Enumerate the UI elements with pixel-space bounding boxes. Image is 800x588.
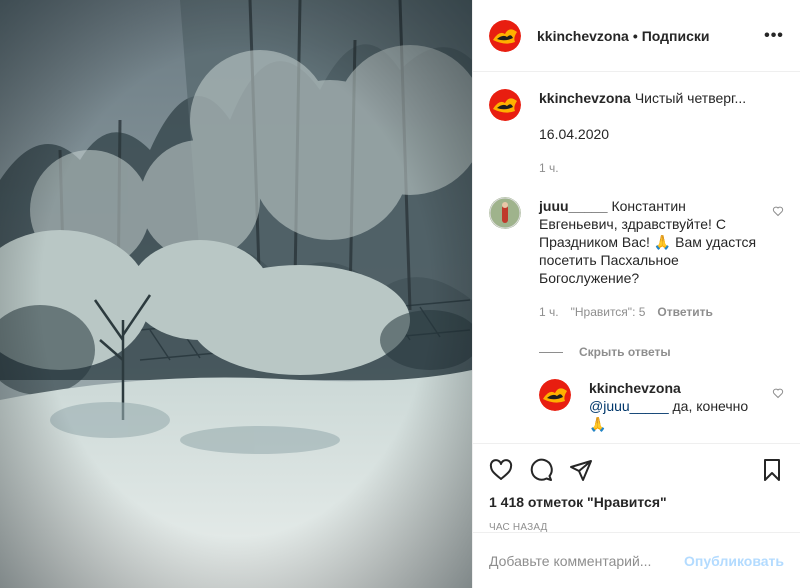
- caption-text: Чистый четверг...: [634, 90, 747, 106]
- person-avatar-icon: [489, 197, 521, 229]
- reply-mention[interactable]: @juuu_____: [589, 398, 669, 414]
- post-actions: 1 418 отметок "Нравится" ЧАС НАЗАД: [473, 443, 800, 533]
- hide-replies-label: Скрыть ответы: [579, 345, 671, 359]
- more-options-icon[interactable]: •••: [762, 24, 786, 48]
- like-reply-heart-icon[interactable]: [772, 387, 784, 399]
- comments-list: kkinchevzona Чистый четверг... 16.04.2020…: [473, 73, 800, 443]
- comment-time[interactable]: 1 ч.: [539, 303, 559, 321]
- caption-meta: 1 ч.: [539, 159, 759, 177]
- caption-time[interactable]: 1 ч.: [539, 159, 559, 177]
- hide-replies-line: [539, 351, 563, 353]
- comment-row: juuu_____ Константин Евгеньевич, здравств…: [489, 197, 784, 321]
- share-icon[interactable]: [569, 458, 593, 482]
- add-comment-bar: Опубликовать: [473, 532, 800, 588]
- author-username[interactable]: kkinchevzona: [537, 28, 629, 44]
- caption-date: 16.04.2020: [539, 126, 610, 142]
- caption-row: kkinchevzona Чистый четверг... 16.04.2020…: [489, 89, 784, 177]
- heart-icon[interactable]: [489, 458, 513, 482]
- following-button[interactable]: Подписки: [642, 28, 710, 44]
- commenter-avatar[interactable]: [489, 197, 521, 229]
- fire-avatar-icon: [489, 19, 521, 52]
- caption-body: kkinchevzona Чистый четверг... 16.04.2020…: [539, 89, 759, 177]
- caption-username[interactable]: kkinchevzona: [539, 90, 631, 106]
- comment-username[interactable]: juuu_____: [539, 198, 607, 214]
- reply-text: да, конечно: [668, 398, 749, 414]
- author-avatar[interactable]: [489, 19, 521, 52]
- comment-input[interactable]: [489, 552, 685, 569]
- reply-emoji: 🙏: [589, 416, 607, 432]
- post-side-panel: kkinchevzona • Подписки ••• kkinchevzona…: [472, 0, 800, 588]
- comment-icon[interactable]: [529, 458, 553, 482]
- more-label: •••: [764, 27, 784, 44]
- post-header: kkinchevzona • Подписки •••: [473, 0, 800, 72]
- bookmark-icon[interactable]: [760, 458, 784, 482]
- hide-replies-button[interactable]: Скрыть ответы: [539, 345, 784, 359]
- comment-meta: 1 ч. "Нравится": 5 Ответить: [539, 303, 759, 321]
- reply-row: kkinchevzona @juuu_____ да, конечно 🙏: [539, 379, 784, 433]
- comment-likes[interactable]: "Нравится": 5: [571, 303, 646, 321]
- publish-button[interactable]: Опубликовать: [684, 553, 784, 569]
- fire-avatar-icon: [539, 379, 571, 411]
- reply-avatar[interactable]: [539, 379, 571, 411]
- like-comment-heart-icon[interactable]: [772, 205, 784, 217]
- reply-body: kkinchevzona @juuu_____ да, конечно 🙏: [589, 379, 749, 433]
- comment-body: juuu_____ Константин Евгеньевич, здравств…: [539, 197, 759, 321]
- post-photo[interactable]: [0, 0, 472, 588]
- separator-dot: •: [632, 27, 638, 44]
- snowy-garden-image: [0, 0, 472, 588]
- post-modal: kkinchevzona • Подписки ••• kkinchevzona…: [0, 0, 800, 588]
- likes-count[interactable]: 1 418 отметок "Нравится": [489, 494, 784, 510]
- reply-username[interactable]: kkinchevzona: [589, 380, 681, 396]
- action-icons: [489, 454, 784, 486]
- caption-avatar[interactable]: [489, 89, 521, 121]
- fire-avatar-icon: [489, 89, 521, 121]
- reply-button[interactable]: Ответить: [657, 303, 712, 321]
